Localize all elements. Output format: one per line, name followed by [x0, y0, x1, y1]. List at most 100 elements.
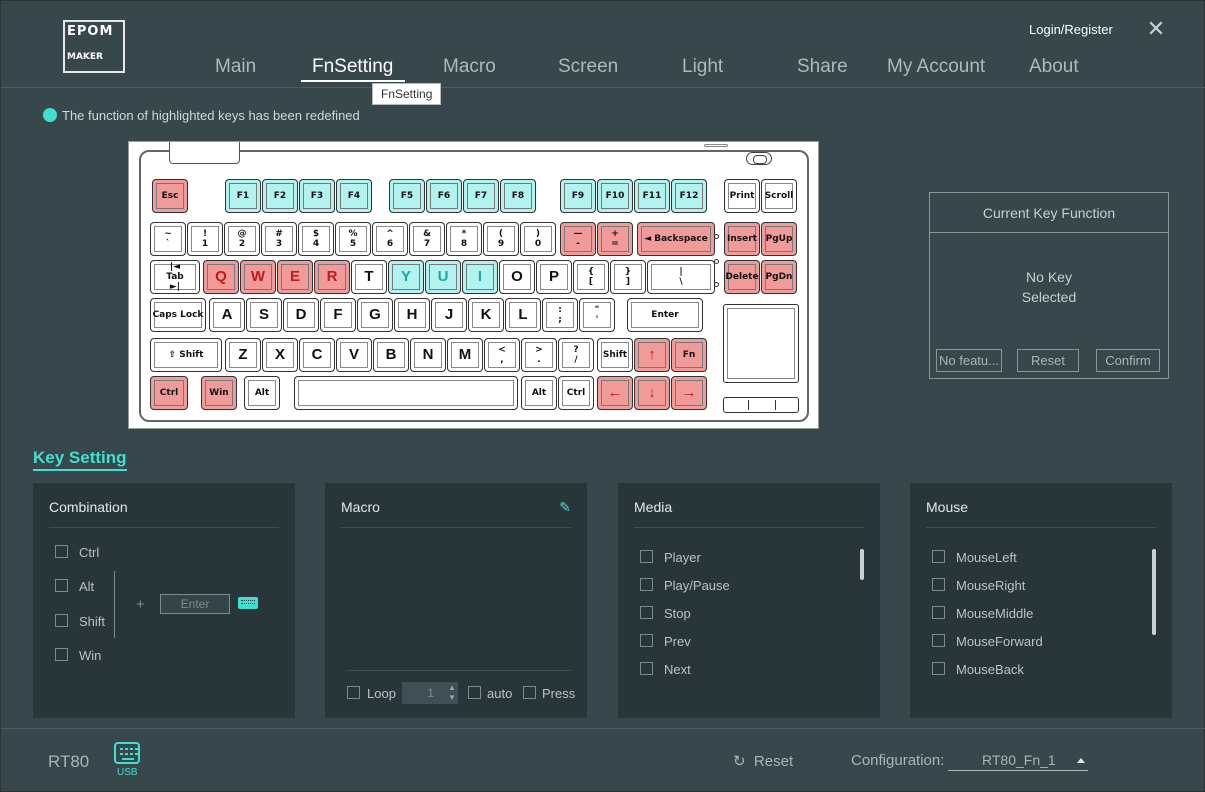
key[interactable]: Insert	[724, 222, 760, 256]
key[interactable]: K	[468, 298, 504, 332]
key[interactable]: F3	[299, 179, 335, 213]
key[interactable]: < ,	[484, 338, 520, 372]
tab-fnsetting[interactable]: FnSetting	[312, 56, 393, 78]
tab-screen[interactable]: Screen	[558, 56, 618, 78]
close-icon[interactable]: ✕	[1145, 18, 1167, 40]
shift-checkbox[interactable]	[55, 614, 68, 627]
key[interactable]: F12	[671, 179, 707, 213]
key[interactable]: ~ `	[150, 222, 186, 256]
key[interactable]: Print	[724, 179, 760, 213]
key[interactable]: Scroll	[761, 179, 797, 213]
key[interactable]: F9	[560, 179, 596, 213]
key[interactable]: D	[283, 298, 319, 332]
key[interactable]: L	[505, 298, 541, 332]
key[interactable]: + =	[597, 222, 633, 256]
key[interactable]: Enter	[627, 298, 703, 332]
key[interactable]: PgDn	[761, 260, 797, 294]
key[interactable]: Ctrl	[150, 376, 188, 410]
mouse-checkbox[interactable]	[932, 606, 945, 619]
key[interactable]: J	[431, 298, 467, 332]
key[interactable]: > .	[521, 338, 557, 372]
key[interactable]: B	[373, 338, 409, 372]
key[interactable]: F2	[262, 179, 298, 213]
key[interactable]: ? /	[558, 338, 594, 372]
key[interactable]: % 5	[335, 222, 371, 256]
key[interactable]: F10	[597, 179, 633, 213]
media-checkbox[interactable]	[640, 606, 653, 619]
key[interactable]: F4	[336, 179, 372, 213]
key[interactable]: F7	[463, 179, 499, 213]
auto-checkbox[interactable]	[468, 686, 481, 699]
key[interactable]: W	[240, 260, 276, 294]
key[interactable]: →	[671, 376, 707, 410]
key[interactable]: * 8	[446, 222, 482, 256]
key[interactable]: & 7	[409, 222, 445, 256]
mouse-checkbox[interactable]	[932, 578, 945, 591]
key-input[interactable]: Enter	[160, 594, 230, 614]
key[interactable]: |◄ Tab ►|	[150, 260, 200, 294]
key[interactable]: Caps Lock	[150, 298, 206, 332]
reset-config-button[interactable]: ↻ Reset	[733, 752, 793, 770]
key[interactable]: Ctrl	[558, 376, 594, 410]
key[interactable]: @ 2	[224, 222, 260, 256]
media-scrollbar[interactable]	[860, 549, 864, 580]
key[interactable]: G	[357, 298, 393, 332]
win-checkbox[interactable]	[55, 648, 68, 661]
key[interactable]: Shift	[597, 338, 633, 372]
tab-light[interactable]: Light	[682, 56, 723, 78]
keyboard-icon[interactable]	[238, 597, 258, 609]
media-checkbox[interactable]	[640, 662, 653, 675]
key[interactable]: E	[277, 260, 313, 294]
key[interactable]: C	[299, 338, 335, 372]
key[interactable]: ! 1	[187, 222, 223, 256]
confirm-key-button[interactable]: Confirm	[1096, 349, 1160, 372]
key[interactable]: F1	[225, 179, 261, 213]
loop-checkbox[interactable]	[347, 686, 360, 699]
key[interactable]: F6	[426, 179, 462, 213]
media-checkbox[interactable]	[640, 634, 653, 647]
key[interactable]: F11	[634, 179, 670, 213]
key[interactable]: ( 9	[483, 222, 519, 256]
key[interactable]: ↓	[634, 376, 670, 410]
mouse-checkbox[interactable]	[932, 634, 945, 647]
alt-checkbox[interactable]	[55, 579, 68, 592]
login-register-link[interactable]: Login/Register	[1029, 22, 1113, 37]
reset-key-button[interactable]: Reset	[1017, 349, 1079, 372]
key[interactable]: I	[462, 260, 498, 294]
key[interactable]: T	[351, 260, 387, 294]
configuration-select[interactable]: RT80_Fn_1	[948, 751, 1088, 771]
mouse-checkbox[interactable]	[932, 662, 945, 675]
key[interactable]: { [	[573, 260, 609, 294]
edit-pencil-icon[interactable]: ✎	[559, 499, 571, 516]
key[interactable]: H	[394, 298, 430, 332]
key[interactable]: F	[320, 298, 356, 332]
key[interactable]: M	[447, 338, 483, 372]
key[interactable]: V	[336, 338, 372, 372]
tab-my-account[interactable]: My Account	[887, 56, 985, 78]
key[interactable]: ^ 6	[372, 222, 408, 256]
key[interactable]: Esc	[152, 179, 188, 213]
stepper-arrows-icon[interactable]: ▲ ▼	[448, 683, 456, 703]
key[interactable]: " '	[579, 298, 615, 332]
key[interactable]: ◄ Backspace	[637, 222, 715, 256]
no-feature-button[interactable]: No featu...	[936, 349, 1002, 372]
key[interactable]: Win	[201, 376, 237, 410]
key[interactable]: F5	[389, 179, 425, 213]
key[interactable]: X	[262, 338, 298, 372]
key[interactable]: Alt	[521, 376, 557, 410]
tab-macro[interactable]: Macro	[443, 56, 496, 78]
key[interactable]: Y	[388, 260, 424, 294]
key[interactable]: S	[246, 298, 282, 332]
key[interactable]: # 3	[261, 222, 297, 256]
key-space[interactable]	[294, 376, 518, 410]
key[interactable]: ⇧ Shift	[150, 338, 222, 372]
key[interactable]: } ]	[610, 260, 646, 294]
tab-main[interactable]: Main	[215, 56, 256, 78]
key[interactable]: Alt	[244, 376, 280, 410]
tab-share[interactable]: Share	[797, 56, 848, 78]
key[interactable]: Z	[225, 338, 261, 372]
ctrl-checkbox[interactable]	[55, 545, 68, 558]
media-checkbox[interactable]	[640, 578, 653, 591]
key[interactable]: | \	[647, 260, 715, 294]
key[interactable]: : ;	[542, 298, 578, 332]
